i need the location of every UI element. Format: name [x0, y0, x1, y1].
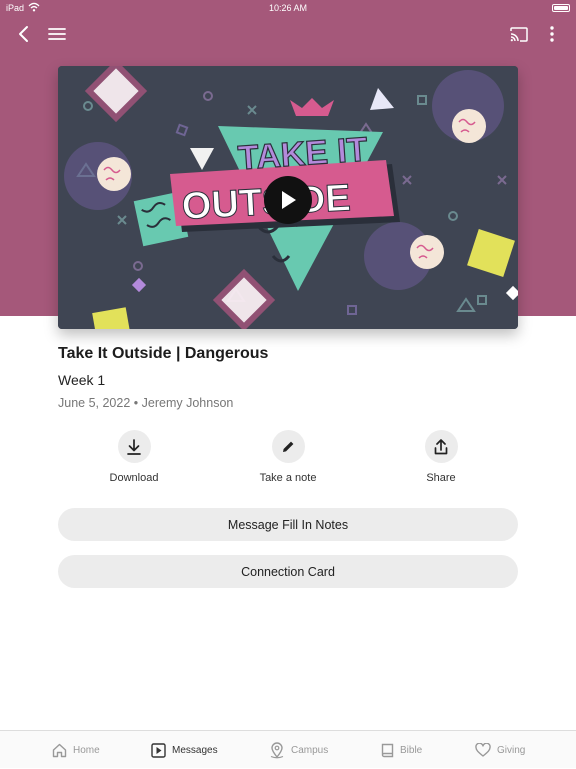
- meta-separator: •: [133, 396, 139, 410]
- cast-icon: [510, 26, 528, 42]
- message-date: June 5, 2022: [58, 396, 131, 410]
- take-note-label: Take a note: [259, 472, 317, 484]
- share-label: Share: [426, 472, 456, 484]
- download-button[interactable]: Download: [79, 430, 189, 484]
- tab-campus-label: Campus: [291, 744, 329, 756]
- play-square-icon: [151, 742, 166, 758]
- tab-giving[interactable]: Giving: [475, 731, 525, 769]
- tab-messages-label: Messages: [172, 744, 218, 756]
- battery-icon: [552, 4, 570, 12]
- more-button[interactable]: [538, 20, 566, 48]
- pencil-icon: [283, 441, 294, 452]
- tab-campus[interactable]: Campus: [269, 731, 328, 769]
- message-notes-button[interactable]: Message Fill In Notes: [58, 508, 518, 541]
- cast-button[interactable]: [505, 20, 533, 48]
- message-meta: June 5, 2022 • Jeremy Johnson: [58, 396, 233, 410]
- status-bar: iPad 10:26 AM: [0, 0, 576, 16]
- menu-icon: [48, 28, 66, 40]
- download-icon: [127, 438, 141, 455]
- connection-card-button[interactable]: Connection Card: [58, 555, 518, 588]
- download-label: Download: [109, 472, 159, 484]
- menu-button[interactable]: [43, 20, 71, 48]
- home-icon: [52, 743, 67, 757]
- tab-bible-label: Bible: [400, 744, 423, 756]
- tab-home-label: Home: [73, 744, 100, 756]
- more-icon: [550, 26, 554, 42]
- back-icon: [19, 26, 28, 42]
- share-button[interactable]: Share: [386, 430, 496, 484]
- location-pin-icon: [270, 741, 284, 758]
- play-button[interactable]: [264, 176, 312, 224]
- play-icon: [282, 191, 296, 209]
- message-speaker: Jeremy Johnson: [141, 396, 234, 410]
- message-title: Take It Outside | Dangerous: [58, 345, 269, 362]
- tab-bar: Home Messages Campus Bible Giving: [0, 730, 576, 768]
- share-icon: [434, 438, 448, 454]
- top-navigation: [0, 20, 576, 48]
- message-subtitle: Week 1: [58, 372, 106, 388]
- take-note-button[interactable]: Take a note: [233, 430, 343, 484]
- heart-icon: [475, 743, 491, 757]
- book-icon: [381, 743, 394, 757]
- tab-messages[interactable]: Messages: [151, 731, 218, 769]
- tab-giving-label: Giving: [497, 744, 526, 756]
- status-time: 10:26 AM: [268, 3, 308, 13]
- back-button[interactable]: [9, 20, 37, 48]
- tab-home[interactable]: Home: [52, 731, 100, 769]
- tab-bible[interactable]: Bible: [381, 731, 422, 769]
